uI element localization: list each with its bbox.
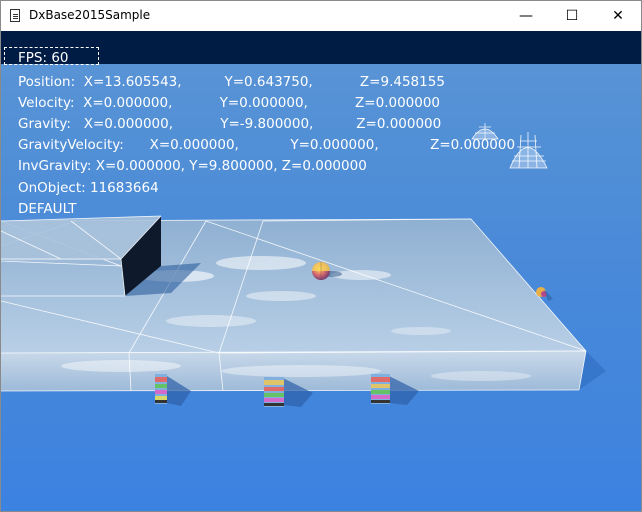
close-icon: ✕ [612,8,624,24]
hud-gravity-velocity: GravityVelocity: X=0.000000, Y=0.000000,… [18,137,516,153]
game-viewport[interactable]: FPS: 60 Position: X=13.605543, Y=0.64375… [1,31,641,511]
minimize-button[interactable]: — [503,1,549,31]
hud-velocity: Velocity: X=0.000000, Y=0.000000, Z=0.00… [18,95,441,111]
hud-mode: DEFAULT [18,201,77,217]
fps-counter: FPS: 60 [18,50,69,66]
hud-position: Position: X=13.605543, Y=0.643750, Z=9.4… [18,74,445,90]
maximize-button[interactable]: ☐ [549,1,595,31]
minimize-icon: — [519,8,533,24]
hud-gravity: Gravity: X=0.000000, Y=-9.800000, Z=0.00… [18,116,442,132]
title-bar[interactable]: DxBase2015Sample — ☐ ✕ [1,1,641,31]
app-window: DxBase2015Sample — ☐ ✕ FPS: 60 Position:… [0,0,642,512]
close-button[interactable]: ✕ [595,1,641,31]
window-title: DxBase2015Sample [29,8,151,22]
maximize-icon: ☐ [565,8,579,24]
document-icon [10,9,20,22]
hud-on-object: OnObject: 11683664 [18,180,159,196]
hud-inv-gravity: InvGravity: X=0.000000, Y=9.800000, Z=0.… [18,158,367,174]
